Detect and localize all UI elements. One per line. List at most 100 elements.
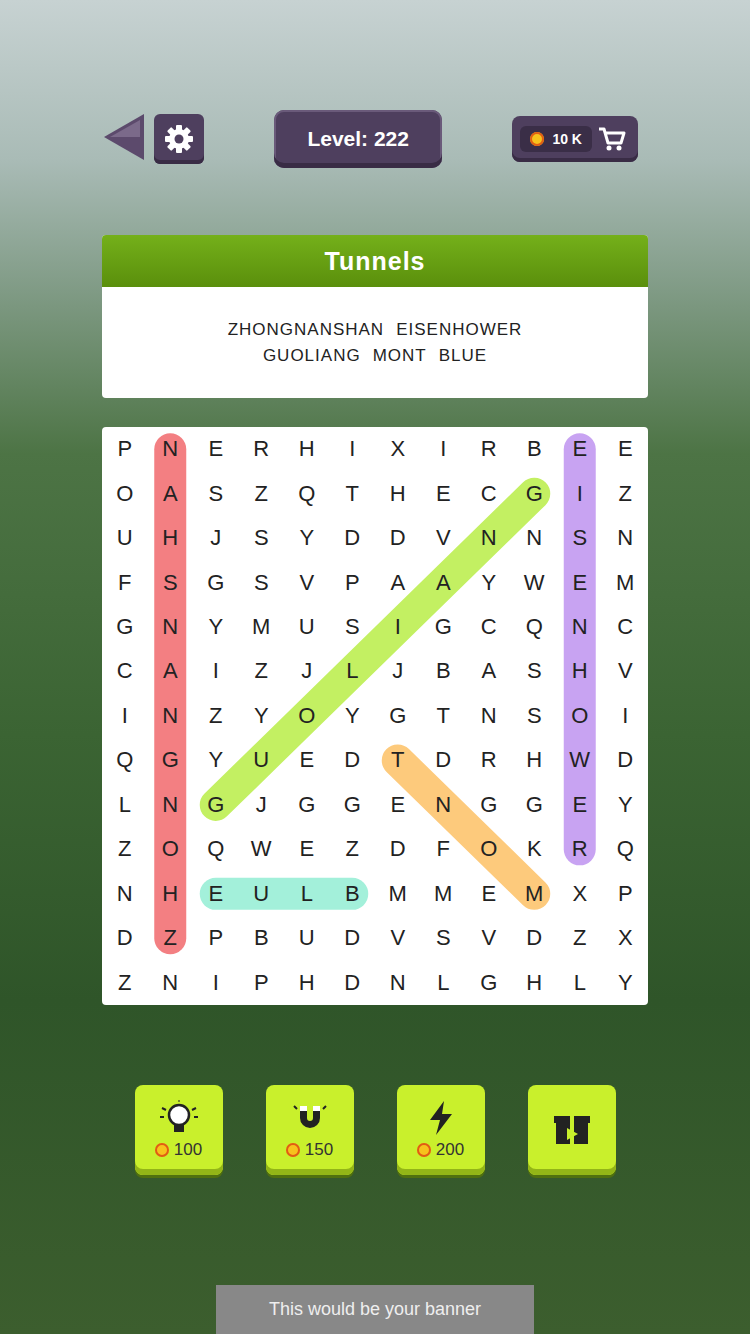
grid-cell[interactable]: C — [102, 649, 148, 693]
grid-cell[interactable]: H — [148, 872, 194, 916]
grid-cell[interactable]: I — [375, 605, 421, 649]
grid-cell[interactable]: E — [557, 783, 603, 827]
grid-cell[interactable]: E — [375, 783, 421, 827]
grid-cell[interactable]: B — [330, 872, 376, 916]
grid-cell[interactable]: N — [148, 427, 194, 471]
grid-cell[interactable]: S — [557, 516, 603, 560]
grid-cell[interactable]: Z — [193, 694, 239, 738]
grid-cell[interactable]: Y — [193, 605, 239, 649]
grid-cell[interactable]: C — [466, 471, 512, 515]
grid-cell[interactable]: G — [284, 783, 330, 827]
grid-cell[interactable]: Q — [102, 738, 148, 782]
grid-cell[interactable]: G — [466, 960, 512, 1004]
grid-cell[interactable]: G — [421, 605, 467, 649]
grid-cell[interactable]: W — [557, 738, 603, 782]
grid-cell[interactable]: L — [330, 649, 376, 693]
grid-cell[interactable]: J — [193, 516, 239, 560]
grid-cell[interactable]: G — [375, 694, 421, 738]
grid-cell[interactable]: R — [557, 827, 603, 871]
grid-cell[interactable]: B — [421, 649, 467, 693]
grid-cell[interactable]: X — [557, 872, 603, 916]
grid-cell[interactable]: O — [102, 471, 148, 515]
grid-cell[interactable]: Z — [330, 827, 376, 871]
grid-cell[interactable]: I — [102, 694, 148, 738]
grid-cell[interactable]: N — [375, 960, 421, 1004]
grid-cell[interactable]: D — [330, 916, 376, 960]
grid-cell[interactable]: Y — [193, 738, 239, 782]
grid-cell[interactable]: G — [193, 560, 239, 604]
grid-cell[interactable]: D — [603, 738, 649, 782]
grid-cell[interactable]: H — [557, 649, 603, 693]
grid-cell[interactable]: H — [284, 960, 330, 1004]
grid-cell[interactable]: S — [421, 916, 467, 960]
grid-cell[interactable]: C — [466, 605, 512, 649]
grid-cell[interactable]: G — [512, 471, 558, 515]
grid-cell[interactable]: T — [330, 471, 376, 515]
grid-cell[interactable]: N — [148, 605, 194, 649]
grid-cell[interactable]: E — [557, 427, 603, 471]
grid-cell[interactable]: Z — [102, 827, 148, 871]
grid-cell[interactable]: W — [512, 560, 558, 604]
ad-banner[interactable]: This would be your banner — [216, 1285, 534, 1334]
grid-cell[interactable]: N — [512, 516, 558, 560]
grid-cell[interactable]: H — [512, 738, 558, 782]
grid-cell[interactable]: P — [193, 916, 239, 960]
grid-cell[interactable]: L — [421, 960, 467, 1004]
grid-cell[interactable]: R — [466, 738, 512, 782]
grid-cell[interactable]: Z — [102, 960, 148, 1004]
grid-cell[interactable]: Z — [239, 471, 285, 515]
grid-cell[interactable]: G — [193, 783, 239, 827]
grid-cell[interactable]: I — [193, 649, 239, 693]
grid-cell[interactable]: N — [148, 783, 194, 827]
grid-cell[interactable]: U — [102, 516, 148, 560]
grid-cell[interactable]: D — [102, 916, 148, 960]
grid-cell[interactable]: V — [603, 649, 649, 693]
grid-cell[interactable]: Z — [603, 471, 649, 515]
grid-cell[interactable]: I — [421, 427, 467, 471]
grid-cell[interactable]: E — [421, 471, 467, 515]
grid-cell[interactable]: S — [148, 560, 194, 604]
grid-cell[interactable]: I — [330, 427, 376, 471]
settings-button[interactable] — [154, 114, 204, 164]
grid-cell[interactable]: E — [557, 560, 603, 604]
grid-cell[interactable]: O — [466, 827, 512, 871]
grid-cell[interactable]: V — [375, 916, 421, 960]
grid-cell[interactable]: X — [603, 916, 649, 960]
grid-cell[interactable]: N — [466, 516, 512, 560]
grid-cell[interactable]: A — [148, 471, 194, 515]
grid-cell[interactable]: T — [375, 738, 421, 782]
grid-cell[interactable]: P — [330, 560, 376, 604]
grid-cell[interactable]: U — [284, 916, 330, 960]
grid-cell[interactable]: D — [512, 916, 558, 960]
grid-cell[interactable]: L — [102, 783, 148, 827]
grid-cell[interactable]: E — [466, 872, 512, 916]
grid-cell[interactable]: E — [193, 872, 239, 916]
grid-cell[interactable]: N — [102, 872, 148, 916]
grid-cell[interactable]: Z — [557, 916, 603, 960]
grid-cell[interactable]: E — [284, 738, 330, 782]
grid-cell[interactable]: U — [239, 872, 285, 916]
grid-cell[interactable]: W — [239, 827, 285, 871]
letter-grid[interactable]: PNERHIXIRBEEOASZQTHECGIZUHJSYDDVNNSNFSGS… — [102, 427, 648, 1005]
back-button[interactable] — [102, 112, 146, 166]
grid-cell[interactable]: Q — [284, 471, 330, 515]
grid-cell[interactable]: E — [603, 427, 649, 471]
grid-cell[interactable]: N — [557, 605, 603, 649]
grid-cell[interactable]: M — [421, 872, 467, 916]
grid-cell[interactable]: F — [102, 560, 148, 604]
grid-cell[interactable]: D — [330, 738, 376, 782]
coin-shop[interactable]: 10 K — [512, 116, 638, 162]
grid-cell[interactable]: C — [603, 605, 649, 649]
bolt-button[interactable]: 200 — [397, 1085, 485, 1175]
grid-cell[interactable]: A — [466, 649, 512, 693]
grid-cell[interactable]: H — [284, 427, 330, 471]
grid-cell[interactable]: H — [375, 471, 421, 515]
grid-cell[interactable]: S — [330, 605, 376, 649]
grid-cell[interactable]: Q — [193, 827, 239, 871]
grid-cell[interactable]: N — [603, 516, 649, 560]
grid-cell[interactable]: I — [193, 960, 239, 1004]
grid-cell[interactable]: A — [421, 560, 467, 604]
grid-cell[interactable]: U — [239, 738, 285, 782]
grid-cell[interactable]: I — [557, 471, 603, 515]
grid-cell[interactable]: V — [284, 560, 330, 604]
